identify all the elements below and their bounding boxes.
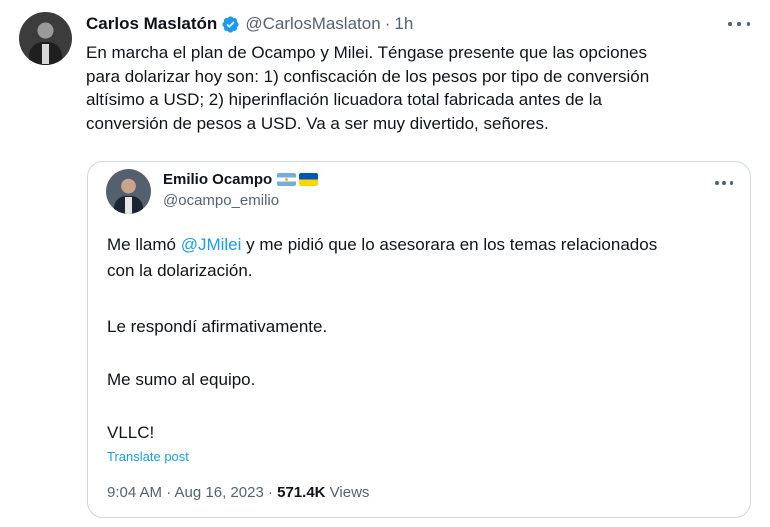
quote-author-name[interactable]: Emilio Ocampo bbox=[163, 171, 272, 188]
tweet-header: Carlos Maslatón @CarlosMaslaton · 1h bbox=[86, 12, 413, 36]
author-name[interactable]: Carlos Maslatón bbox=[86, 14, 217, 34]
quote-timestamp[interactable]: 9:04 AM · Aug 16, 2023 · bbox=[107, 484, 277, 501]
quote-metadata: 9:04 AM · Aug 16, 2023 · 571.4K Views bbox=[107, 484, 369, 501]
author-avatar[interactable] bbox=[19, 12, 72, 65]
quote-paragraph-1-line-2: con la dolarización. bbox=[107, 261, 253, 280]
more-options-icon[interactable] bbox=[728, 14, 750, 34]
tweet-text-line: altísimo a USD; 2) hiperinflación licuad… bbox=[86, 90, 602, 109]
mention-link[interactable]: @JMilei bbox=[181, 235, 242, 254]
quote-author-avatar[interactable] bbox=[106, 169, 151, 214]
tweet-card: Carlos Maslatón @CarlosMaslaton · 1h En … bbox=[0, 0, 770, 527]
quote-paragraph-4: VLLC! bbox=[107, 423, 155, 442]
quote-text: Me llamó bbox=[107, 235, 181, 254]
quote-author-name-row: Emilio Ocampo bbox=[163, 171, 319, 188]
quote-more-options-icon[interactable] bbox=[715, 178, 733, 188]
tweet-time[interactable]: 1h bbox=[394, 14, 413, 34]
separator-dot: · bbox=[384, 14, 391, 33]
quoted-tweet[interactable]: Emilio Ocampo @ocampo_emilio Me llamó @J… bbox=[87, 161, 751, 518]
author-handle[interactable]: @CarlosMaslaton bbox=[245, 14, 380, 34]
avatar-shirt bbox=[125, 197, 132, 214]
avatar-shirt bbox=[42, 44, 49, 64]
views-label: Views bbox=[325, 484, 370, 501]
ukraine-flag-icon bbox=[299, 173, 319, 186]
tweet-text-line: para dolarizar hoy son: 1) confiscación … bbox=[86, 66, 650, 86]
tweet-text-line: En marcha el plan de Ocampo y Milei. Tén… bbox=[86, 43, 648, 62]
translate-post-link[interactable]: Translate post bbox=[107, 449, 189, 464]
argentina-flag-icon bbox=[277, 173, 297, 186]
quote-paragraph-2: Le respondí afirmativamente. bbox=[107, 317, 328, 336]
quote-paragraph-1: Me llamó @JMilei y me pidió que lo aseso… bbox=[107, 233, 657, 256]
quote-paragraph-3: Me sumo al equipo. bbox=[107, 370, 256, 389]
views-count: 571.4K bbox=[277, 484, 326, 501]
quote-author-handle[interactable]: @ocampo_emilio bbox=[163, 192, 279, 209]
verified-badge-icon bbox=[222, 15, 239, 33]
quote-text: y me pidió que lo asesorara en los temas… bbox=[241, 235, 658, 254]
tweet-text-line: conversión de pesos a USD. Va a ser muy … bbox=[86, 113, 549, 133]
tweet-text: En marcha el plan de Ocampo y Milei. Tén… bbox=[86, 41, 756, 135]
